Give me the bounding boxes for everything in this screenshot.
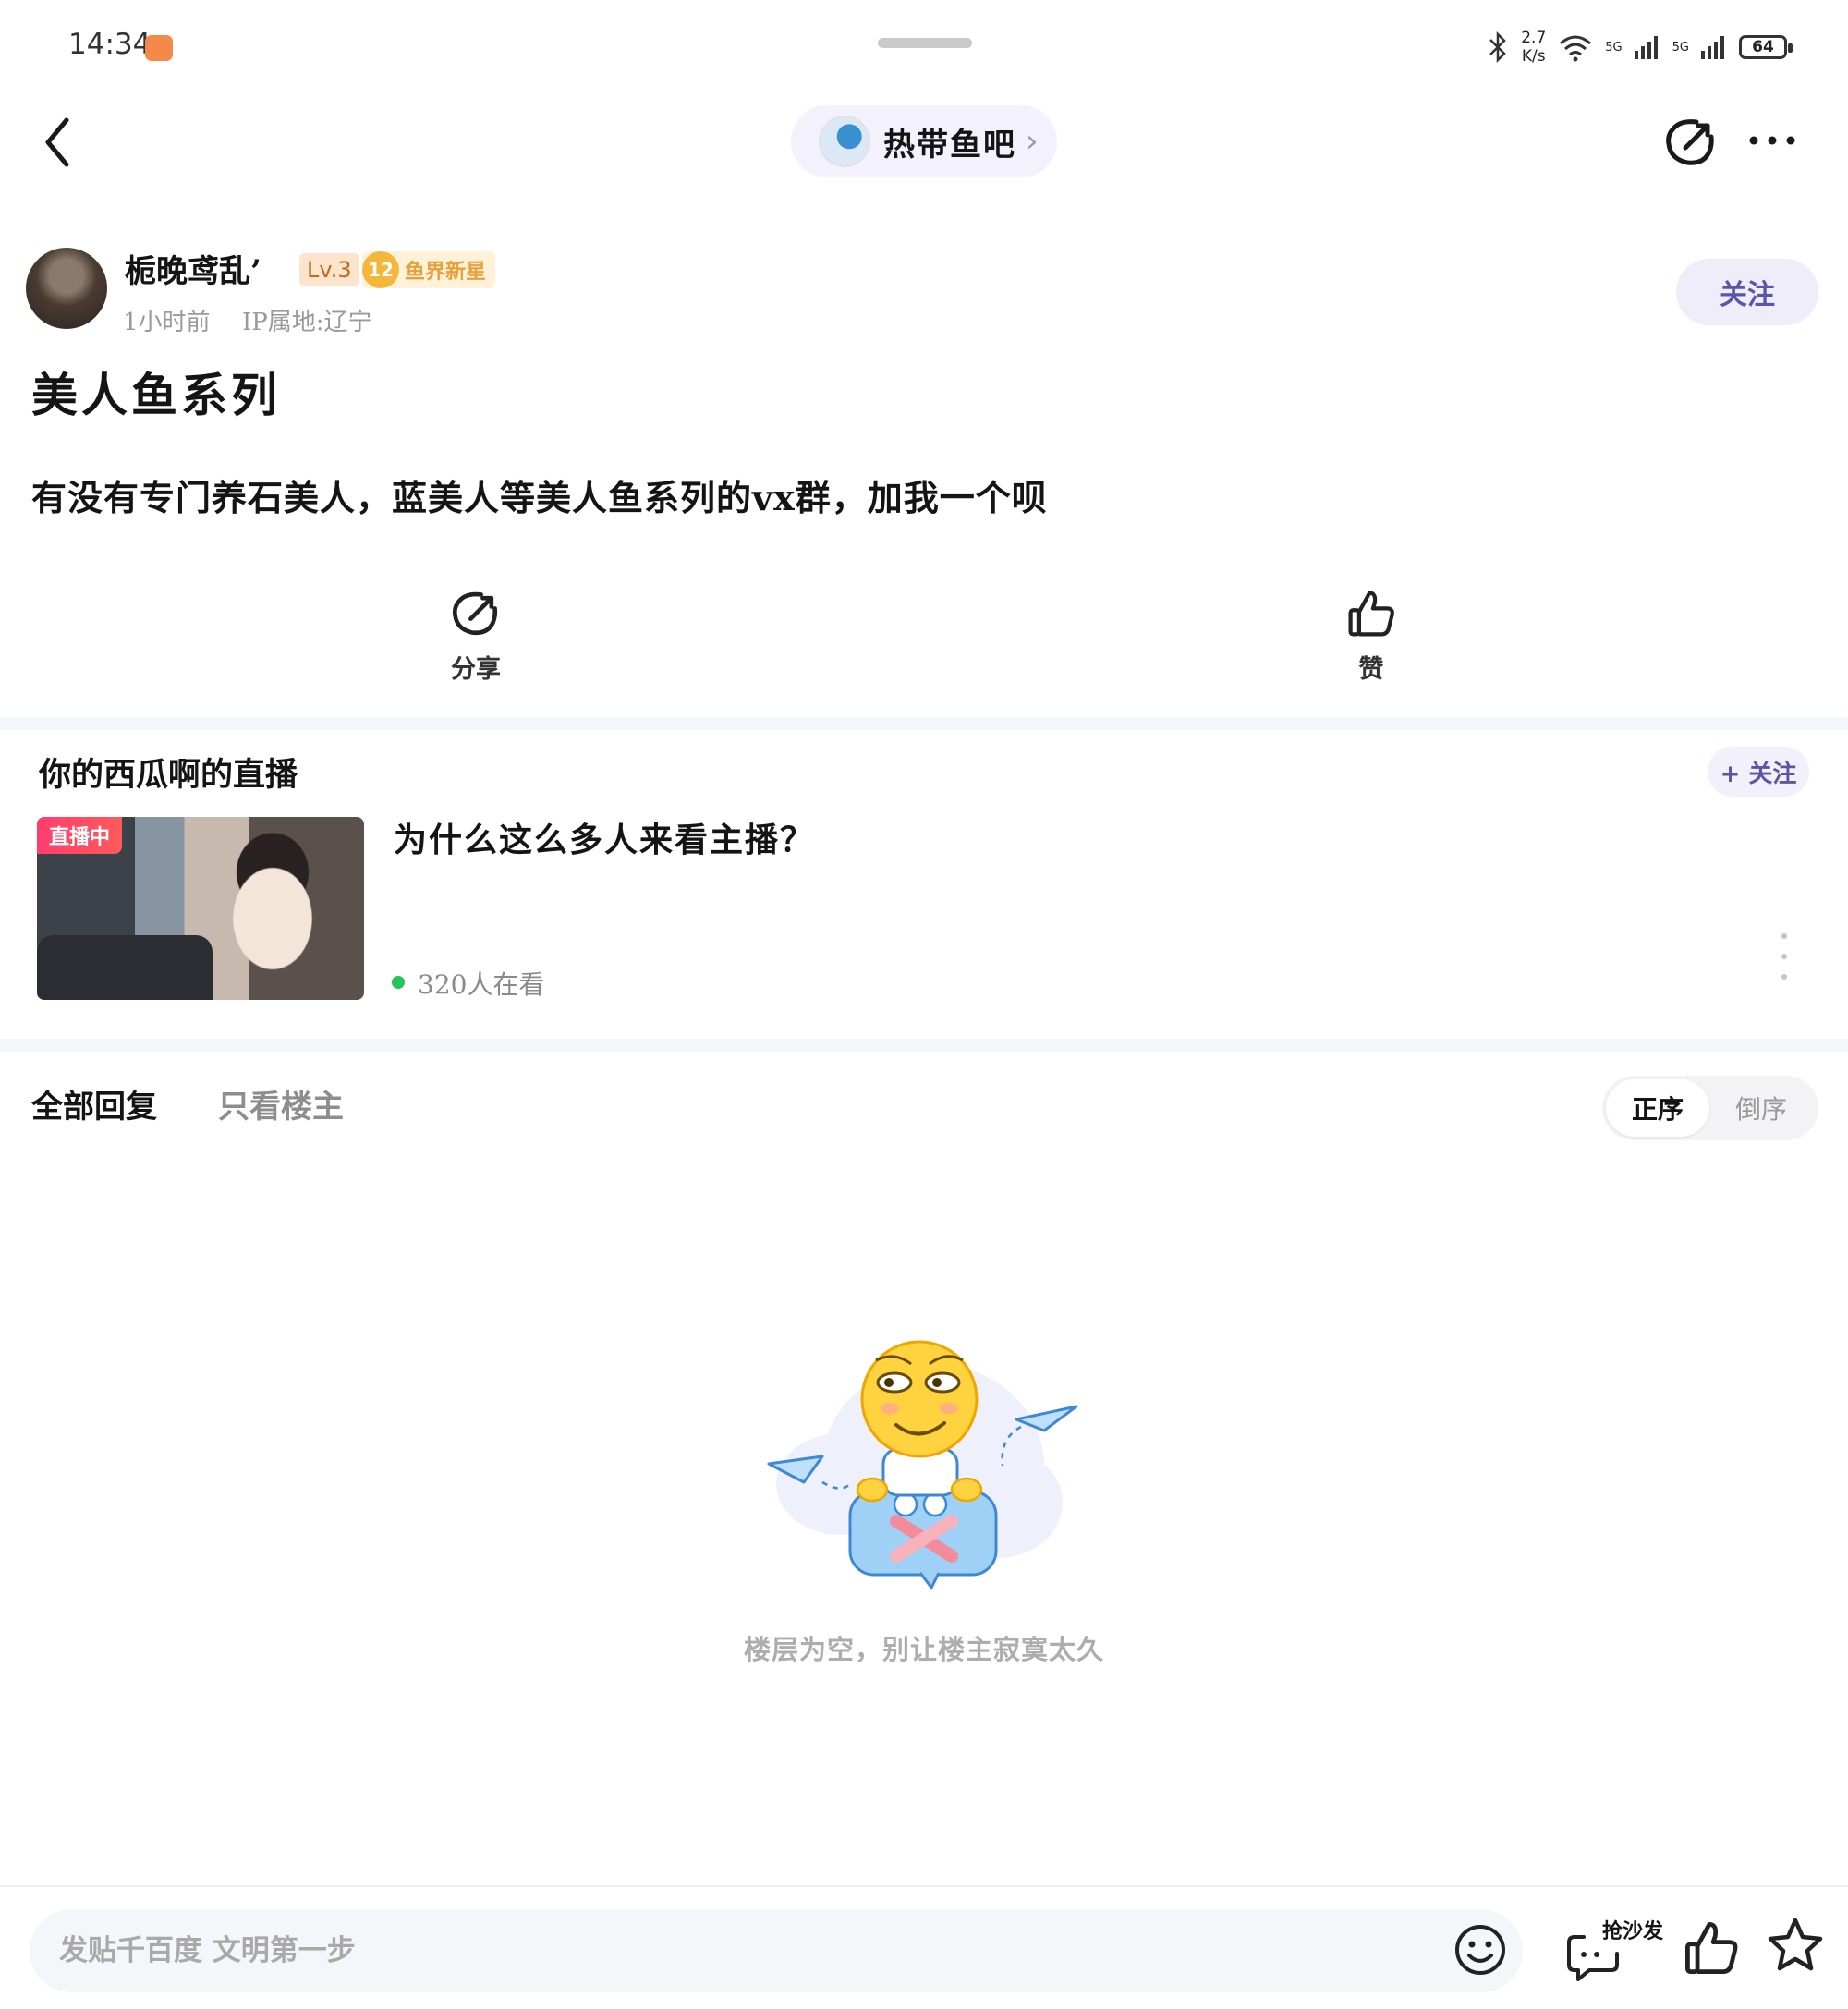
more-options-button[interactable] — [1745, 122, 1800, 159]
network-speed-value: 2.7 — [1521, 29, 1547, 47]
share-icon — [1666, 119, 1714, 165]
dot — [1781, 933, 1787, 939]
app-notification-icon — [145, 35, 173, 61]
post-time: 1小时前 — [123, 309, 211, 336]
empty-state-illustration — [767, 1340, 1078, 1590]
like-action-button[interactable]: 赞 — [1316, 588, 1427, 685]
signal-icon — [1634, 36, 1658, 59]
live-section-title: 你的西瓜啊的直播 — [39, 756, 298, 794]
collect-button[interactable] — [1765, 1915, 1826, 1976]
sort-ascending-button[interactable]: 正序 — [1606, 1079, 1709, 1137]
live-title[interactable]: 为什么这么多人来看主播？ — [394, 813, 815, 861]
sort-descending-button[interactable]: 倒序 — [1709, 1079, 1813, 1137]
live-badge: 直播中 — [37, 817, 122, 854]
forum-entry-button[interactable]: 热带鱼吧 › — [791, 105, 1057, 177]
battery-icon: 64 — [1739, 35, 1793, 59]
thumbs-up-icon — [1685, 1922, 1738, 1974]
back-button[interactable] — [35, 111, 81, 174]
tab-all-replies[interactable]: 全部回复 — [31, 1081, 157, 1126]
post-title: 美人鱼系列 — [31, 368, 281, 422]
author-name[interactable]: 栀晚鸢乱’ — [125, 246, 261, 291]
bluetooth-icon — [1489, 31, 1507, 63]
share-button[interactable] — [1663, 115, 1719, 170]
section-divider — [0, 1039, 1848, 1052]
like-button[interactable] — [1682, 1918, 1741, 1978]
signal-icon — [1701, 36, 1724, 59]
status-indicators: 2.7 K/s 5G 5G 64 — [1486, 24, 1793, 70]
chevron-left-icon — [45, 117, 69, 167]
like-label: 赞 — [1358, 655, 1384, 684]
post-body: 有没有专门养石美人，蓝美人等美人鱼系列的vx群，加我一个呗 — [31, 477, 1048, 518]
share-icon — [452, 591, 498, 636]
status-time: 14:34 — [68, 28, 152, 61]
sim2-label: 5G — [1672, 40, 1689, 55]
rank-gem-icon: 12 — [362, 251, 399, 288]
reply-button[interactable]: 抢沙发 — [1565, 1915, 1676, 1989]
online-dot-icon — [392, 976, 405, 989]
forum-name: 热带鱼吧 — [883, 126, 1016, 164]
ip-location: IP属地:辽宁 — [242, 309, 372, 336]
network-speed-unit: K/s — [1521, 47, 1546, 66]
level-badge: Lv.3 — [299, 253, 359, 286]
section-divider — [0, 717, 1848, 730]
battery-level: 64 — [1752, 38, 1774, 56]
drag-handle[interactable] — [878, 38, 972, 48]
dot — [1781, 954, 1787, 959]
sofa-label: 抢沙发 — [1602, 1919, 1664, 1943]
sort-toggle: 正序 倒序 — [1602, 1076, 1818, 1140]
chevron-right-icon: › — [1026, 123, 1039, 160]
rank-title: 鱼界新星 — [405, 260, 487, 284]
star-icon — [1768, 1918, 1823, 1971]
share-action-button[interactable]: 分享 — [420, 588, 531, 685]
tab-op-only[interactable]: 只看楼主 — [218, 1081, 344, 1126]
share-label: 分享 — [451, 655, 501, 684]
live-follow-button[interactable]: + 关注 — [1708, 747, 1809, 797]
empty-state-text: 楼层为空，别让楼主寂寞太久 — [743, 1634, 1104, 1665]
thumbnail-sofa — [37, 935, 213, 1000]
reply-input[interactable] — [30, 1909, 1523, 1992]
network-speed: 2.7 K/s — [1521, 29, 1546, 66]
thumbs-up-icon — [1348, 591, 1394, 637]
follow-button[interactable]: 关注 — [1676, 259, 1818, 325]
sim1-label: 5G — [1605, 40, 1623, 55]
live-thumbnail[interactable]: 直播中 — [37, 817, 364, 1000]
more-horizontal-icon — [1749, 136, 1795, 145]
smiley-icon — [1455, 1925, 1505, 1975]
author-avatar[interactable] — [26, 248, 107, 329]
wifi-icon — [1560, 35, 1592, 62]
bottom-bar-divider — [0, 1885, 1848, 1887]
emoji-button[interactable] — [1453, 1922, 1508, 1978]
forum-logo — [819, 116, 870, 167]
live-more-button[interactable] — [1772, 933, 1796, 980]
dot — [1781, 974, 1787, 980]
viewer-count: 320人在看 — [418, 969, 545, 1000]
rank-badge: 12 鱼界新星 — [362, 251, 496, 288]
